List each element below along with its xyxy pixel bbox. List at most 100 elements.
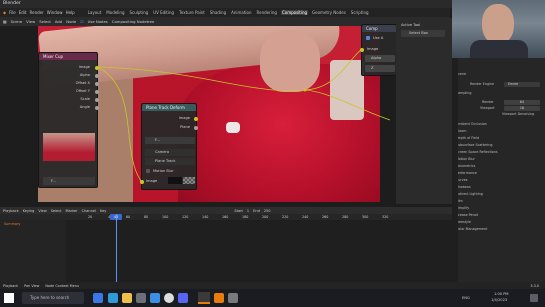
file-explorer-icon[interactable] [122, 293, 132, 303]
use-alpha-label: Use A [373, 36, 384, 40]
plane-track-plane-socket[interactable] [194, 125, 198, 130]
section-film[interactable]: Film [456, 199, 540, 204]
playhead[interactable] [116, 214, 117, 282]
timeline-menu-key[interactable]: Key [100, 209, 106, 213]
mixer-output-offset-y: Offset Y [75, 89, 90, 93]
sidebar-select-box-label: Select Box [409, 31, 428, 36]
plane-track-node-title[interactable]: Plane Track Deform [142, 104, 196, 111]
tray-time[interactable]: 1:00 PM [494, 292, 508, 296]
tick-80: 80 [144, 214, 149, 219]
section-subsurface[interactable]: Subsurface Scattering [456, 143, 540, 148]
section-freestyle[interactable]: Freestyle [456, 220, 540, 225]
tray-date[interactable]: 1/4/2023 [491, 298, 507, 302]
blender-taskbar-icon[interactable] [198, 292, 210, 304]
mixer-image-socket[interactable] [95, 65, 99, 70]
plane-track-image-socket[interactable] [194, 116, 198, 121]
timeline-menu-view[interactable]: View [38, 209, 46, 213]
tick-100: 100 [162, 214, 169, 219]
tick-300: 300 [362, 214, 369, 219]
composite-alpha-field[interactable]: Alpha [365, 55, 395, 62]
timeline-body[interactable] [0, 220, 452, 282]
plane-track-deform-node[interactable]: Plane Track Deform Image Plane F... Came… [140, 103, 198, 190]
viewport-denoising-checkbox[interactable]: Viewport Denoising [456, 112, 540, 117]
section-ambient-occlusion[interactable]: Ambient Occlusion [456, 122, 540, 127]
tick-60: 60 [126, 214, 131, 219]
tray-language[interactable]: ENG [462, 296, 470, 300]
render-samples-field[interactable]: 64 [504, 100, 540, 105]
section-performance[interactable]: Performance [456, 171, 540, 176]
windows-taskbar: Type here to search ENG 1:00 PM 1/4/2023 [0, 289, 545, 307]
composite-image-socket[interactable] [360, 47, 364, 52]
section-grease-pencil[interactable]: Grease Pencil [456, 213, 540, 218]
use-alpha-checkbox[interactable] [366, 36, 370, 40]
task-view-icon[interactable] [93, 293, 103, 303]
motion-blur-checkbox[interactable] [146, 169, 150, 173]
section-curves[interactable]: Curves [456, 178, 540, 183]
plane-track-input-color[interactable] [168, 177, 182, 184]
plane-track-track-field[interactable]: Plane Track [145, 158, 195, 165]
section-shadows[interactable]: Shadows [456, 185, 540, 190]
mixer-offset-y-socket[interactable] [95, 89, 99, 94]
section-depth-of-field[interactable]: Depth of Field [456, 136, 540, 141]
timeline-menu-keying[interactable]: Keying [23, 209, 35, 213]
plane-track-output-image: Image [178, 116, 190, 120]
timeline-end-field[interactable]: 250 [264, 209, 271, 213]
edge-icon[interactable] [108, 293, 118, 303]
status-node-context: Node Context Menu [45, 283, 79, 288]
mixer-node-title[interactable]: Mixer Cup [39, 53, 97, 60]
timeline-header: Playback Keying View Select Marker Chann… [0, 207, 452, 214]
motion-blur-label: Motion Blur [153, 169, 174, 173]
properties-panel: Scene Render Engine Eevee Sampling Rende… [452, 58, 545, 286]
tick-20: 20 [88, 214, 93, 219]
section-bloom[interactable]: Bloom [456, 129, 540, 134]
tick-260: 260 [322, 214, 329, 219]
notifications-icon[interactable] [530, 294, 538, 302]
chrome-icon[interactable] [164, 293, 174, 303]
node-sidebar: Active Tool Select Box [396, 18, 452, 204]
composite-input-image: Image [367, 47, 379, 51]
channel-summary[interactable]: Summary [4, 222, 20, 226]
timeline-menu-select[interactable]: Select [51, 209, 62, 213]
section-ssr[interactable]: Screen Space Reflections [456, 150, 540, 155]
app-icon[interactable] [228, 293, 238, 303]
windows-start-icon[interactable] [4, 293, 14, 303]
mixer-clip-selector[interactable]: F... [43, 177, 95, 185]
mail-icon[interactable] [150, 293, 160, 303]
mixer-alpha-socket[interactable] [95, 73, 99, 78]
discord-icon[interactable] [178, 293, 188, 303]
mixer-clip-name: F... [51, 178, 56, 183]
composite-z-label: Z [371, 66, 374, 71]
plane-track-input-socket[interactable] [140, 179, 144, 184]
section-indirect-lighting[interactable]: Indirect Lighting [456, 192, 540, 197]
section-simplify[interactable]: Simplify [456, 206, 540, 211]
store-icon[interactable] [136, 293, 146, 303]
plane-track-track-label: Plane Track [155, 159, 176, 164]
plane-track-input-checker [183, 177, 195, 184]
scene-label: Scene [456, 72, 467, 76]
taskbar-search[interactable]: Type here to search [22, 292, 84, 304]
plane-track-clip-selector[interactable]: F... [145, 137, 195, 144]
section-color-management[interactable]: Color Management [456, 227, 540, 232]
composite-node-title[interactable]: Comp [362, 25, 396, 32]
render-engine-dropdown[interactable]: Eevee [504, 82, 540, 87]
timeline-menu-playback[interactable]: Playback [3, 209, 19, 213]
timeline-menu-channel[interactable]: Channel [82, 209, 96, 213]
composite-z-field[interactable]: Z [365, 65, 395, 72]
section-volumetrics[interactable]: Volumetrics [456, 164, 540, 169]
mixer-scale-socket[interactable] [95, 97, 99, 102]
sampling-section[interactable]: Sampling [456, 91, 540, 96]
tick-160: 160 [222, 214, 229, 219]
sidebar-active-tool[interactable]: Active Tool [401, 23, 420, 27]
mixer-angle-socket[interactable] [95, 105, 99, 110]
viewport-samples-field[interactable]: 16 [504, 106, 540, 111]
mixer-node[interactable]: Mixer Cup Image Alpha Offset X Offset Y … [38, 52, 99, 188]
composite-node[interactable]: Comp Use A Image Alpha Z [360, 24, 397, 76]
mixer-offset-x-socket[interactable] [95, 81, 99, 86]
timeline-start-field[interactable]: 1 [247, 209, 249, 213]
plane-track-camera-field[interactable]: Camera [145, 149, 195, 156]
timeline-menu-marker[interactable]: Marker [66, 209, 78, 213]
status-pan-view: Pan View [24, 283, 40, 288]
obs-icon[interactable] [214, 293, 224, 303]
section-motion-blur[interactable]: Motion Blur [456, 157, 540, 162]
sidebar-select-box[interactable]: Select Box [401, 30, 445, 37]
